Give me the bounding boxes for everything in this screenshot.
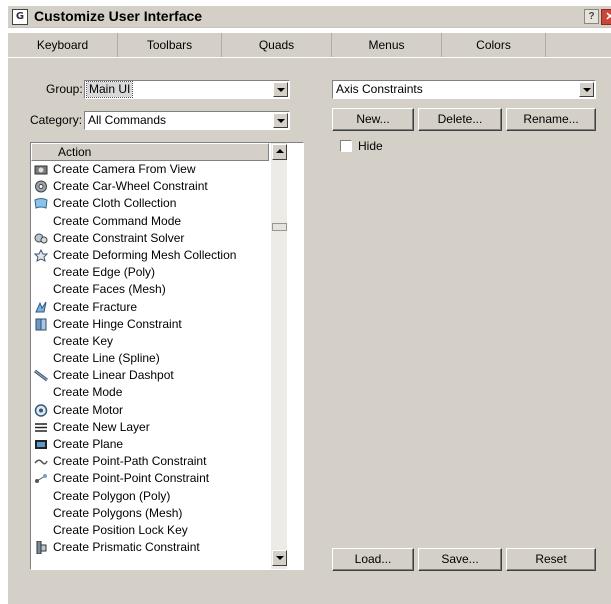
list-item[interactable]: Create Mode [31, 384, 269, 401]
list-item[interactable]: Create New Layer [31, 419, 269, 436]
cloth-icon [34, 197, 48, 210]
toolbar-dropdown-value: Axis Constraints [336, 82, 423, 96]
list-item[interactable]: Create Point-Path Constraint [31, 453, 269, 470]
list-item[interactable]: Create Position Lock Key [31, 522, 269, 539]
title-bar[interactable]: G Customize User Interface ? ✕ [8, 6, 611, 28]
list-item-label: Create Command Mode [53, 213, 182, 228]
motor-icon [34, 403, 48, 417]
list-item-label: Create Linear Dashpot [53, 368, 174, 383]
list-item-label: Create Line (Spline) [53, 351, 160, 366]
list-item-label: Create Hinge Constraint [53, 316, 182, 331]
group-dropdown-value: Main UI [85, 81, 134, 98]
plane-icon [34, 438, 48, 451]
list-item[interactable]: Create Car-Wheel Constraint [31, 178, 269, 195]
tab-menus[interactable]: Menus [332, 33, 442, 57]
list-item-label: Create Car-Wheel Constraint [53, 179, 208, 194]
close-button[interactable]: ✕ [601, 9, 611, 25]
action-list[interactable]: Action Create Camera From View Create Car… [30, 142, 304, 570]
rename-button[interactable]: Rename... [506, 108, 596, 131]
app-icon: G [12, 9, 28, 25]
list-item-label: Create Point-Path Constraint [53, 454, 207, 469]
window-title: Customize User Interface [34, 8, 203, 24]
action-rows: Create Camera From View Create Car-Wheel … [31, 161, 269, 556]
chevron-down-icon[interactable] [273, 82, 288, 97]
category-label: Category: [30, 113, 83, 127]
list-item-label: Create Key [53, 333, 114, 348]
deforming-mesh-icon [33, 248, 49, 262]
fracture-icon [34, 301, 48, 314]
tab-bar: Keyboard Toolbars Quads Menus Colors [8, 33, 611, 57]
prismatic-icon [34, 540, 48, 555]
list-item-label: Create Position Lock Key [53, 522, 188, 537]
list-item[interactable]: Create Hinge Constraint [31, 316, 269, 333]
tab-keyboard[interactable]: Keyboard [8, 33, 118, 57]
list-item[interactable]: Create Command Mode [31, 213, 269, 230]
list-item[interactable]: Create Edge (Poly) [31, 264, 269, 281]
list-item-label: Create Plane [53, 437, 124, 451]
dashpot-icon [34, 369, 48, 382]
list-item-label: Create Constraint Solver [53, 230, 185, 245]
list-item-label: Create Camera From View [53, 162, 196, 176]
group-dropdown[interactable]: Main UI [84, 80, 290, 99]
list-item[interactable]: Create Point-Point Constraint [31, 470, 269, 487]
list-item-label: Create Prismatic Constraint [53, 540, 200, 555]
list-item[interactable]: Create Fracture [31, 299, 269, 316]
wheel-icon [34, 180, 48, 193]
category-dropdown[interactable]: All Commands [84, 111, 290, 130]
list-item[interactable]: Create Camera From View [31, 161, 269, 178]
delete-button[interactable]: Delete... [418, 108, 502, 131]
list-item-label: Create Faces (Mesh) [53, 282, 166, 297]
category-dropdown-value: All Commands [88, 113, 167, 127]
list-item[interactable]: Create Polygon (Poly) [31, 488, 269, 505]
list-item-label: Create New Layer [53, 419, 150, 434]
list-item[interactable]: Create Motor [31, 402, 269, 419]
reset-button[interactable]: Reset [506, 548, 596, 571]
list-item-label: Create Motor [53, 402, 124, 417]
list-item[interactable]: Create Plane [31, 436, 269, 453]
list-item[interactable]: Create Linear Dashpot [31, 367, 269, 384]
tab-toolbars[interactable]: Toolbars [118, 33, 222, 57]
list-item-label: Create Polygon (Poly) [53, 488, 171, 503]
hide-checkbox[interactable] [340, 140, 352, 152]
scroll-down-arrow-icon[interactable] [272, 550, 287, 566]
list-item-label: Create Polygons (Mesh) [53, 505, 183, 520]
chevron-down-icon[interactable] [579, 82, 594, 97]
layer-icon [34, 421, 48, 434]
help-button[interactable]: ? [584, 9, 599, 24]
toolbar-dropdown[interactable]: Axis Constraints [332, 80, 596, 99]
action-column-header[interactable]: Action [31, 143, 269, 161]
scroll-thumb[interactable] [272, 223, 287, 231]
list-item[interactable]: Create Faces (Mesh) [31, 281, 269, 298]
tab-colors[interactable]: Colors [442, 33, 546, 57]
list-item[interactable]: Create Line (Spline) [31, 350, 269, 367]
list-item[interactable]: Create Polygons (Mesh) [31, 505, 269, 522]
load-button[interactable]: Load... [332, 548, 414, 571]
solver-icon [34, 232, 48, 245]
point-path-icon [34, 455, 48, 468]
list-item[interactable]: Create Constraint Solver [31, 230, 269, 247]
list-item[interactable]: Create Deforming Mesh Collection [31, 247, 269, 264]
save-button[interactable]: Save... [418, 548, 502, 571]
point-point-icon [34, 472, 48, 485]
list-item-label: Create Edge (Poly) [53, 265, 156, 280]
list-item-label: Create Point-Point Constraint [53, 471, 210, 486]
tab-quads[interactable]: Quads [222, 33, 332, 57]
list-item-label: Create Fracture [53, 299, 138, 314]
new-button[interactable]: New... [332, 108, 414, 131]
scroll-up-arrow-icon[interactable] [272, 144, 287, 160]
list-item[interactable]: Create Key [31, 333, 269, 350]
camera-icon [34, 163, 48, 176]
list-item-label: Create Deforming Mesh Collection [53, 247, 237, 262]
hide-label: Hide [358, 139, 383, 153]
list-item-label: Create Mode [53, 385, 123, 400]
list-item[interactable]: Create Prismatic Constraint [31, 539, 269, 556]
action-list-scrollbar[interactable] [271, 143, 287, 569]
hinge-icon [34, 318, 48, 331]
list-item[interactable]: Create Cloth Collection [31, 195, 269, 212]
chevron-down-icon[interactable] [273, 113, 288, 128]
group-label: Group: [46, 82, 83, 96]
list-item-label: Create Cloth Collection [53, 196, 177, 211]
